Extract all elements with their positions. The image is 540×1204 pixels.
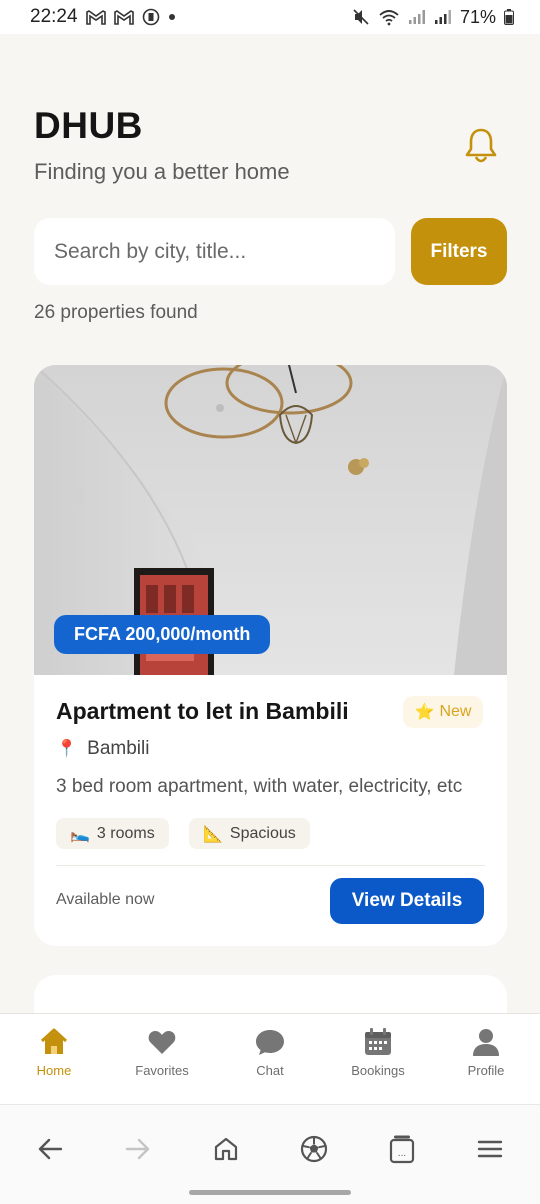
nav-chat-label: Chat xyxy=(256,1063,284,1078)
location-pin-icon: 📍 xyxy=(56,739,78,758)
property-card[interactable]: FCFA 200,000/month Apartment to let in B… xyxy=(34,365,507,946)
gesture-handle[interactable] xyxy=(189,1190,351,1195)
results-count: 26 properties found xyxy=(34,302,198,323)
nav-profile[interactable]: Profile xyxy=(432,1014,540,1104)
filters-button[interactable]: Filters xyxy=(411,218,507,285)
location-label: Bambili xyxy=(87,738,150,759)
rooms-chip: 🛌 3 rooms xyxy=(56,818,169,849)
app-icon xyxy=(142,8,160,26)
gmail-icon xyxy=(113,9,134,25)
property-title: Apartment to let in Bambili xyxy=(56,698,349,724)
svg-text:...: ... xyxy=(398,1149,407,1159)
wifi-icon xyxy=(378,8,400,26)
home-icon xyxy=(40,1028,68,1054)
app-title: DHUB xyxy=(34,105,143,146)
status-bar: 22:24 71% xyxy=(0,0,540,34)
calendar-icon xyxy=(365,1028,391,1055)
ruler-icon: 📐 xyxy=(203,825,223,843)
nav-chat[interactable]: Chat xyxy=(216,1014,324,1104)
browser-toolbar: ... xyxy=(0,1104,540,1204)
tabs-icon[interactable]: ... xyxy=(382,1129,422,1169)
nav-profile-label: Profile xyxy=(467,1063,505,1078)
property-photo: FCFA 200,000/month xyxy=(34,365,507,675)
card-divider xyxy=(56,865,485,866)
mute-icon xyxy=(352,8,370,26)
soccer-ball-icon[interactable] xyxy=(294,1129,334,1169)
dot-icon xyxy=(168,13,176,21)
bed-icon: 🛌 xyxy=(70,825,90,843)
chat-icon xyxy=(256,1030,284,1055)
nav-favorites-label: Favorites xyxy=(135,1063,189,1078)
app-subtitle: Finding you a better home xyxy=(34,159,290,184)
status-time: 22:24 xyxy=(30,6,78,27)
price-badge: FCFA 200,000/month xyxy=(54,615,271,654)
heart-icon xyxy=(148,1030,176,1054)
property-location: 📍 Bambili xyxy=(56,738,149,760)
spacious-chip: 📐 Spacious xyxy=(189,818,310,849)
nav-home-label: Home xyxy=(36,1063,72,1078)
battery-icon xyxy=(504,9,514,25)
property-description: 3 bed room apartment, with water, electr… xyxy=(56,776,463,797)
nav-favorites[interactable]: Favorites xyxy=(108,1014,216,1104)
nav-bookings[interactable]: Bookings xyxy=(324,1014,432,1104)
back-arrow-icon[interactable] xyxy=(30,1129,70,1169)
person-icon xyxy=(473,1029,499,1056)
nav-bookings-label: Bookings xyxy=(351,1063,405,1078)
signal-icon xyxy=(408,9,426,25)
forward-arrow-icon[interactable] xyxy=(118,1129,158,1169)
new-badge-label: New xyxy=(439,703,472,720)
star-icon: ⭐ xyxy=(414,704,435,721)
notification-bell-icon[interactable] xyxy=(462,126,500,166)
menu-icon[interactable] xyxy=(470,1129,510,1169)
signal-icon xyxy=(434,9,452,25)
bottom-nav: Home Favorites Chat Bookings Profile xyxy=(0,1013,540,1104)
search-box[interactable] xyxy=(34,218,395,285)
view-details-button[interactable]: View Details xyxy=(330,878,484,924)
rooms-chip-label: 3 rooms xyxy=(96,824,155,842)
browser-home-icon[interactable] xyxy=(206,1129,246,1169)
battery-level: 71% xyxy=(459,6,496,27)
availability-status: Available now xyxy=(56,891,155,908)
next-property-card[interactable] xyxy=(34,975,507,1015)
search-input[interactable] xyxy=(54,239,395,264)
gmail-icon xyxy=(85,9,106,25)
nav-home[interactable]: Home xyxy=(0,1014,108,1104)
spacious-chip-label: Spacious xyxy=(229,824,296,842)
new-badge: ⭐ New xyxy=(403,696,483,728)
